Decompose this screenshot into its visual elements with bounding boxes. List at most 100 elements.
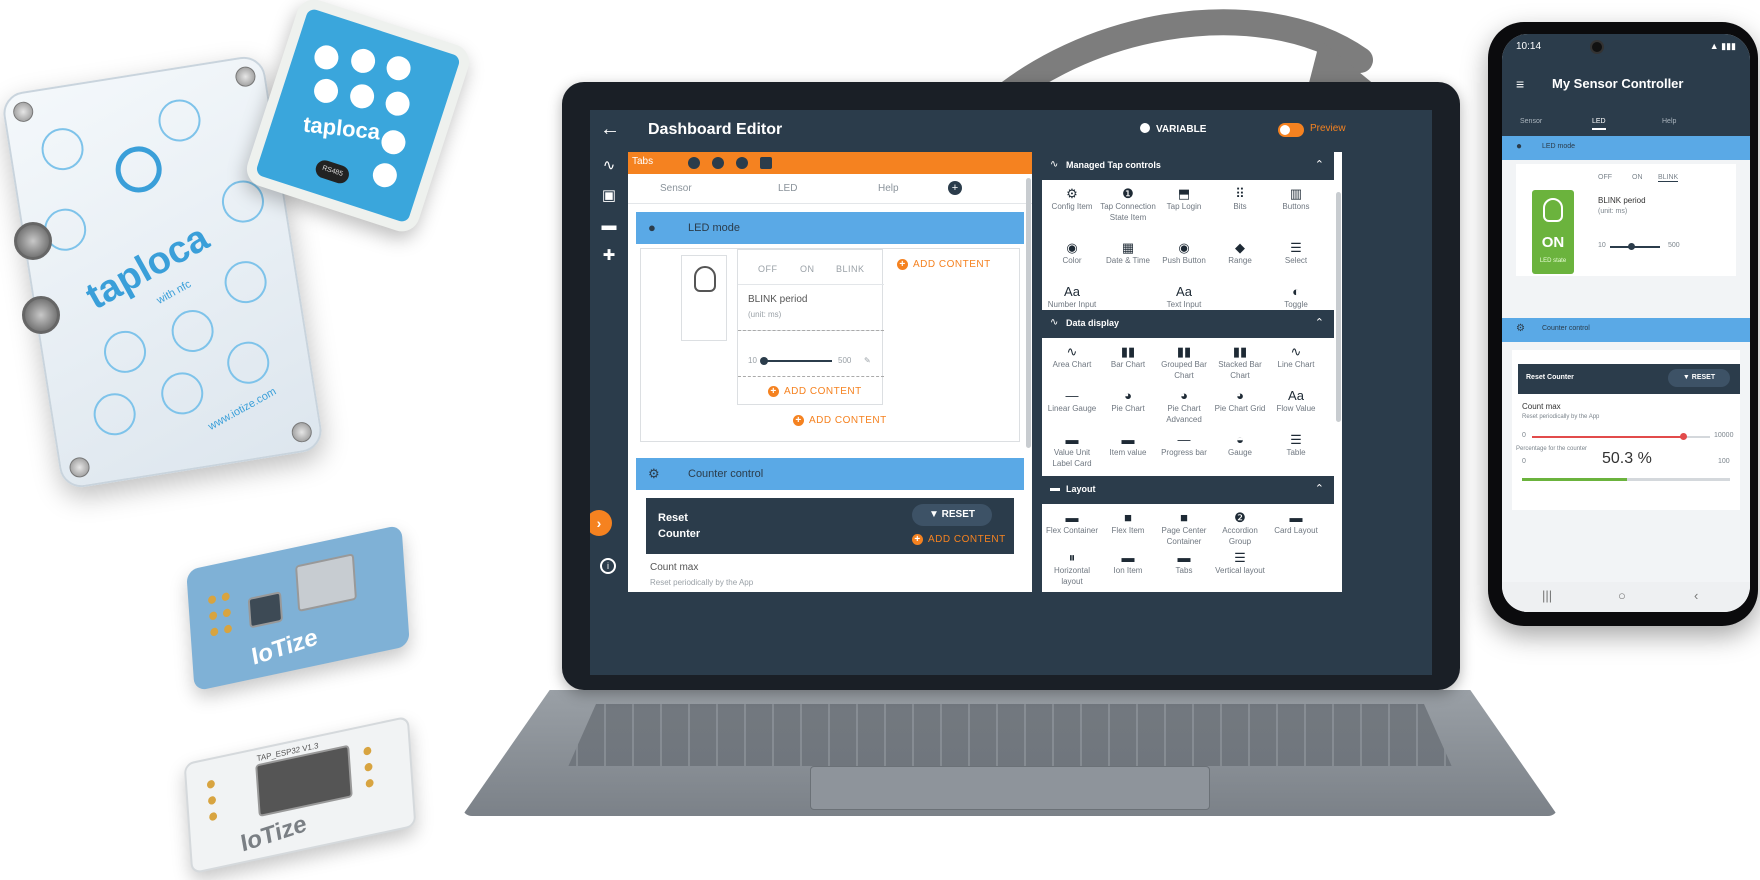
- info-icon[interactable]: i: [600, 558, 616, 574]
- counter-control-section-header[interactable]: ⚙ Counter control: [636, 458, 1024, 490]
- control-item[interactable]: ▦ Date & Time: [1100, 240, 1156, 266]
- folder-icon[interactable]: ▬: [600, 218, 618, 234]
- control-item[interactable]: ❶ Tap Connection State Item: [1100, 186, 1156, 223]
- variable-button[interactable]: VARIABLE: [1140, 123, 1206, 135]
- control-item[interactable]: ▮▮ Grouped Bar Chart: [1156, 344, 1212, 381]
- control-icon: ◕: [1180, 388, 1188, 403]
- control-item[interactable]: ▬ Item value: [1100, 432, 1156, 458]
- control-item[interactable]: ▬ Tabs: [1156, 550, 1212, 576]
- phone-led-section-header[interactable]: ● LED mode: [1502, 136, 1750, 160]
- control-item[interactable]: ■ Page Center Container: [1156, 510, 1212, 547]
- control-item[interactable]: ▮▮ Stacked Bar Chart: [1212, 344, 1268, 381]
- canvas-scrollbar[interactable]: [1026, 178, 1031, 448]
- menu-icon[interactable]: ≡: [1516, 76, 1524, 92]
- control-item[interactable]: ◕ Pie Chart: [1100, 388, 1156, 414]
- control-item[interactable]: ☰ Vertical layout: [1212, 550, 1268, 576]
- control-item[interactable]: — Progress bar: [1156, 432, 1212, 458]
- control-item[interactable]: ⬒ Tap Login: [1156, 186, 1212, 212]
- puzzle-icon[interactable]: ✚: [600, 248, 618, 264]
- control-label: Number Input: [1047, 300, 1097, 309]
- tabs-strip[interactable]: Tabs: [628, 152, 1032, 174]
- control-item[interactable]: ▬ Card Layout: [1268, 510, 1324, 536]
- phone-segment-blink[interactable]: BLINK: [1658, 174, 1679, 182]
- phone-blink-slider[interactable]: [1610, 246, 1660, 248]
- preview-toggle[interactable]: [1278, 123, 1304, 137]
- panel-scrollbar[interactable]: [1336, 192, 1341, 422]
- device-icon[interactable]: ▣: [600, 188, 618, 204]
- add-tab-icon[interactable]: +: [948, 181, 962, 195]
- control-icon: ◕: [1236, 388, 1244, 403]
- phone-segment-off[interactable]: OFF: [1598, 174, 1612, 181]
- control-item[interactable]: ◕ Pie Chart Grid: [1212, 388, 1268, 414]
- control-item[interactable]: ◉ Push Button: [1156, 240, 1212, 266]
- phone-tab-led[interactable]: LED: [1592, 118, 1606, 130]
- control-item[interactable]: ∿ Area Chart: [1044, 344, 1100, 370]
- control-item[interactable]: ☰ Select: [1268, 240, 1324, 266]
- control-item[interactable]: ∿ Line Chart: [1268, 344, 1324, 370]
- chart-icon[interactable]: ∿: [600, 158, 618, 174]
- blink-slider-track[interactable]: [762, 360, 832, 362]
- led-mode-section-header[interactable]: ● LED mode: [636, 212, 1024, 244]
- bulb-icon: ●: [648, 220, 656, 235]
- control-item[interactable]: ▬ Value Unit Label Card: [1044, 432, 1100, 469]
- reset-button[interactable]: ▼ RESET: [912, 504, 992, 526]
- control-item[interactable]: Aa Flow Value: [1268, 388, 1324, 414]
- phone-segment-on[interactable]: ON: [1632, 174, 1643, 181]
- up-icon[interactable]: [712, 157, 724, 169]
- control-item[interactable]: ◆ Range: [1212, 240, 1268, 266]
- recent-apps-icon[interactable]: |||: [1542, 588, 1552, 603]
- tab-sensor[interactable]: Sensor: [660, 183, 692, 194]
- edit-icon[interactable]: ✎: [864, 356, 871, 365]
- back-arrow-icon[interactable]: ←: [600, 118, 620, 141]
- down-icon[interactable]: [736, 157, 748, 169]
- phone-tab-sensor[interactable]: Sensor: [1520, 118, 1542, 125]
- control-item[interactable]: ☰ Table: [1268, 432, 1324, 458]
- segment-off[interactable]: OFF: [758, 264, 778, 274]
- phone-counter-section-header[interactable]: ⚙ Counter control: [1502, 318, 1750, 342]
- app-header: ← Dashboard Editor VARIABLE Preview: [590, 110, 1432, 152]
- back-icon[interactable]: ‹: [1694, 588, 1698, 603]
- tab-led[interactable]: LED: [778, 183, 797, 194]
- control-item[interactable]: ◕ Pie Chart Advanced: [1156, 388, 1212, 425]
- tab-help[interactable]: Help: [878, 183, 899, 194]
- control-item[interactable]: ▮▮ Bar Chart: [1100, 344, 1156, 370]
- control-item[interactable]: ▥ Buttons: [1268, 186, 1324, 212]
- control-item[interactable]: Aa Number Input: [1044, 284, 1100, 310]
- control-item[interactable]: ▬ Ion Item: [1100, 550, 1156, 576]
- chevron-up-icon[interactable]: ⌃: [1315, 158, 1324, 171]
- control-item[interactable]: ■ Flex Item: [1100, 510, 1156, 536]
- add-content-button[interactable]: ADD CONTENT: [897, 259, 991, 270]
- control-item[interactable]: ◉ Color: [1044, 240, 1100, 266]
- control-icon: ❷: [1234, 510, 1246, 525]
- layout-header[interactable]: ▬ Layout ⌃: [1042, 476, 1334, 504]
- lightbulb-icon: [1543, 198, 1563, 222]
- control-item[interactable]: ⠿ Bits: [1212, 186, 1268, 212]
- delete-icon[interactable]: [760, 157, 772, 169]
- chevron-up-icon[interactable]: ⌃: [1315, 482, 1324, 495]
- managed-tap-controls-icon: ∿: [1050, 159, 1059, 170]
- home-icon[interactable]: ○: [1618, 588, 1626, 603]
- add-icon[interactable]: [688, 157, 700, 169]
- add-content-button[interactable]: ADD CONTENT: [912, 534, 1006, 545]
- control-item[interactable]: ◐ Toggle: [1268, 284, 1324, 310]
- chevron-up-icon[interactable]: ⌃: [1315, 316, 1324, 329]
- control-item[interactable]: ⏸ Horizontal layout: [1044, 550, 1100, 587]
- control-item[interactable]: — Linear Gauge: [1044, 388, 1100, 414]
- phone-blink-knob[interactable]: [1628, 243, 1635, 250]
- control-item[interactable]: Aa Text Input: [1156, 284, 1212, 310]
- control-item[interactable]: ⚙ Config Item: [1044, 186, 1100, 212]
- segment-on[interactable]: ON: [800, 264, 815, 274]
- segment-blink[interactable]: BLINK: [836, 264, 865, 274]
- managed-tap-controls-header[interactable]: ∿ Managed Tap controls ⌃: [1042, 152, 1334, 180]
- control-label: Flex Container: [1045, 526, 1099, 535]
- phone-reset-button[interactable]: ▼ RESET: [1668, 369, 1730, 387]
- control-item[interactable]: ▬ Flex Container: [1044, 510, 1100, 536]
- add-content-button[interactable]: ADD CONTENT: [793, 415, 887, 426]
- control-item[interactable]: ◒ Gauge: [1212, 432, 1268, 458]
- add-content-button[interactable]: ADD CONTENT: [768, 386, 862, 397]
- phone-tab-help[interactable]: Help: [1662, 118, 1676, 125]
- connector-top: [14, 222, 52, 260]
- blink-slider-knob[interactable]: [760, 357, 768, 365]
- control-item[interactable]: ❷ Accordion Group: [1212, 510, 1268, 547]
- data-display-header[interactable]: ∿ Data display ⌃: [1042, 310, 1334, 338]
